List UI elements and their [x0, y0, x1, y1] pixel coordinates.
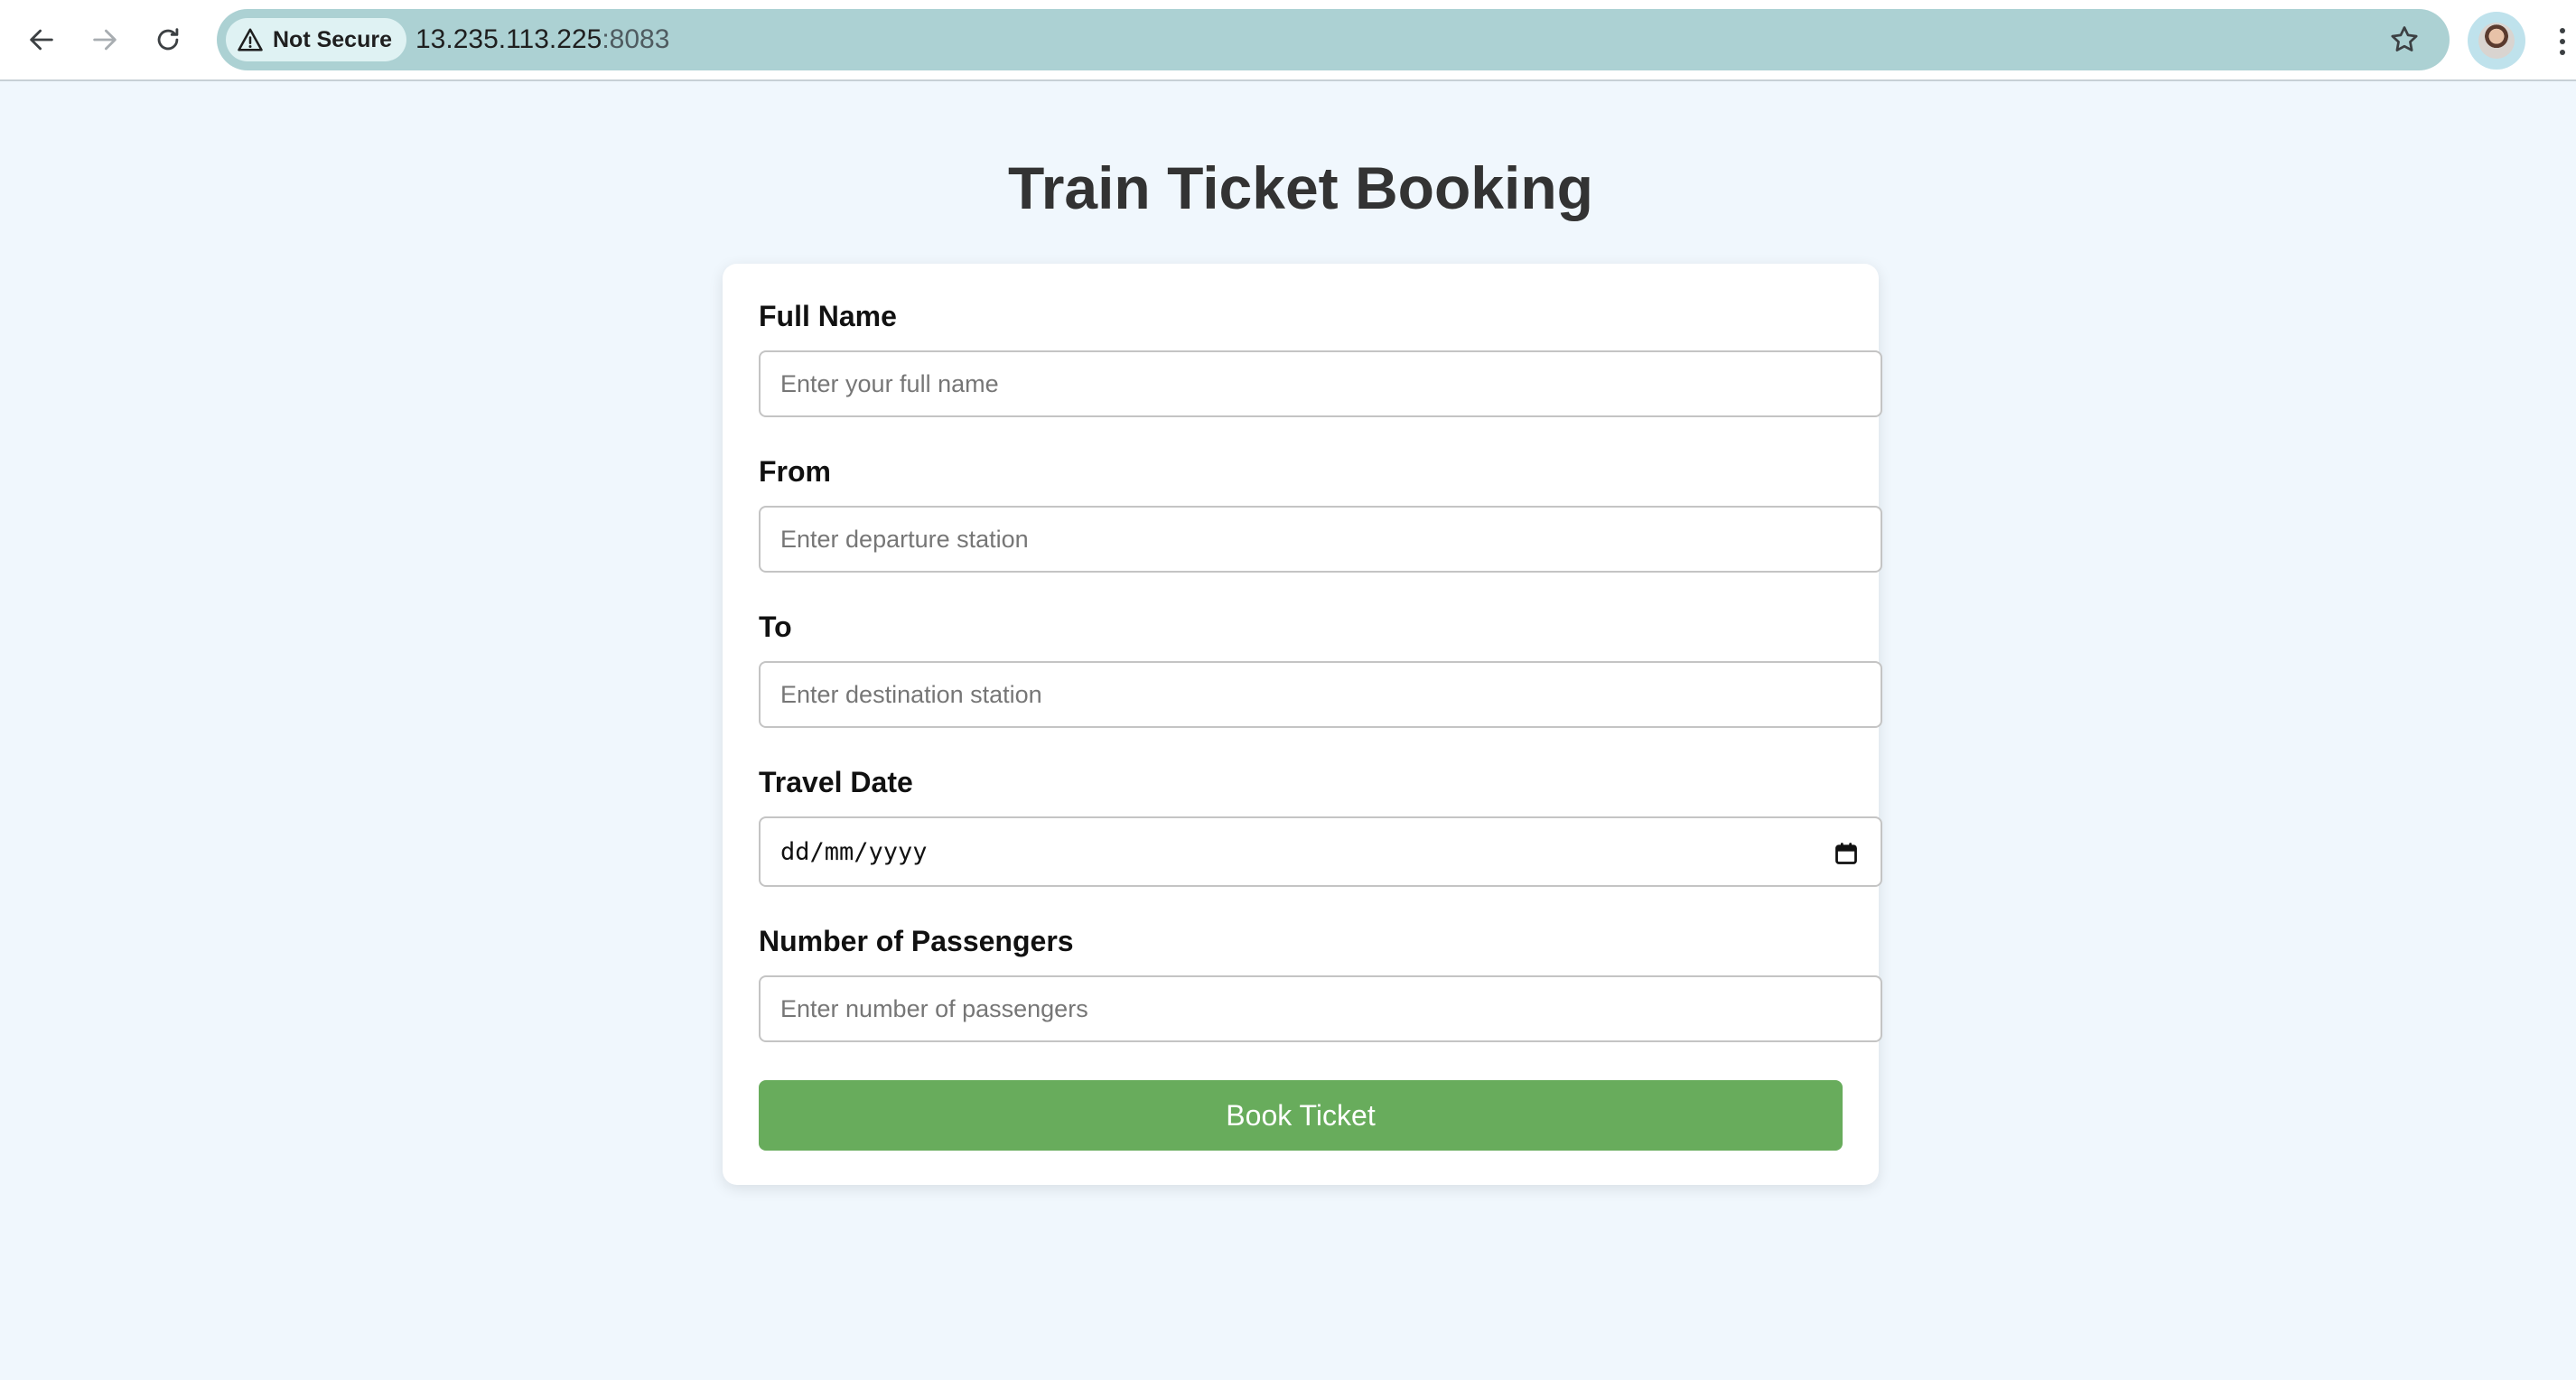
avatar[interactable] — [2468, 12, 2525, 70]
security-indicator[interactable]: Not Secure — [226, 18, 406, 61]
booking-form: Full Name From To Travel Date dd/mm/yyyy… — [723, 264, 1882, 1185]
bookmark-button[interactable] — [2386, 22, 2422, 58]
back-arrow-icon — [30, 29, 53, 51]
page-title: Train Ticket Booking — [1008, 154, 1593, 221]
url-host: 13.235.113.225 — [415, 24, 602, 54]
url-port: :8083 — [602, 24, 670, 54]
profile-picture — [2478, 23, 2515, 59]
to-input[interactable] — [759, 661, 1882, 728]
star-icon — [2391, 26, 2418, 51]
forward-arrow-icon — [93, 29, 117, 51]
full-name-label: Full Name — [759, 300, 897, 332]
calendar-icon[interactable] — [1834, 841, 1859, 866]
forward-button[interactable] — [85, 20, 125, 60]
back-button[interactable] — [22, 20, 61, 60]
from-label: From — [759, 455, 831, 488]
passengers-label: Number of Passengers — [759, 925, 1074, 957]
reload-button[interactable] — [148, 20, 188, 60]
menu-dot — [2560, 28, 2565, 33]
security-label: Not Secure — [273, 26, 392, 52]
kebab-menu-icon[interactable] — [2549, 22, 2576, 61]
book-ticket-button[interactable]: Book Ticket — [759, 1080, 1843, 1151]
full-name-input[interactable] — [759, 350, 1882, 417]
menu-dot — [2560, 39, 2565, 44]
menu-dot — [2560, 50, 2565, 55]
passengers-input[interactable] — [759, 975, 1882, 1042]
travel-date-input[interactable]: dd/mm/yyyy — [759, 816, 1882, 887]
to-label: To — [759, 611, 792, 643]
url-text[interactable]: 13.235.113.225:8083 — [415, 9, 669, 70]
browser-toolbar: Not Secure 13.235.113.225:8083 — [0, 0, 2576, 81]
date-format-text: dd/mm/yyyy — [780, 838, 928, 866]
warning-icon — [238, 28, 263, 51]
reload-icon — [157, 28, 179, 51]
address-bar[interactable]: Not Secure 13.235.113.225:8083 — [217, 9, 2450, 70]
travel-date-label: Travel Date — [759, 766, 913, 798]
from-input[interactable] — [759, 506, 1882, 573]
